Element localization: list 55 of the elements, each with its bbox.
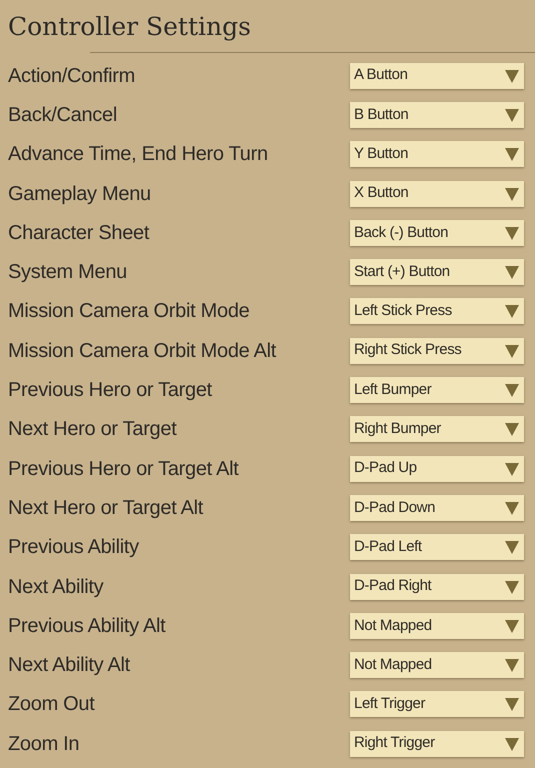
- binding-dropdown[interactable]: D-Pad Down: [350, 494, 524, 521]
- caret-icon: [505, 736, 519, 751]
- action-label: Zoom Out: [8, 692, 95, 718]
- caret-icon: [505, 108, 519, 122]
- caret-icon: [505, 68, 519, 83]
- action-label: Previous Ability Alt: [8, 614, 166, 639]
- binding-dropdown[interactable]: Start (+) Button: [350, 259, 524, 286]
- binding-dropdown[interactable]: A Button: [350, 62, 524, 89]
- binding-dropdown[interactable]: B Button: [350, 102, 524, 128]
- action-label: Back/Cancel: [8, 102, 117, 128]
- action-label: Character Sheet: [8, 220, 150, 246]
- caret-icon: [505, 697, 519, 712]
- action-label: System Menu: [8, 260, 127, 286]
- caret-icon: [505, 186, 519, 201]
- page-title: Controller Settings: [8, 11, 252, 43]
- caret-icon: [505, 618, 519, 633]
- binding-dropdown[interactable]: Not Mapped: [350, 612, 524, 639]
- caret-icon: [505, 265, 519, 280]
- action-label: Gameplay Menu: [8, 182, 151, 207]
- action-label: Previous Hero or Target: [8, 378, 212, 404]
- binding-dropdown[interactable]: D-Pad Left: [350, 534, 524, 560]
- action-label: Next Hero or Target: [8, 417, 176, 442]
- action-label: Previous Ability: [8, 535, 139, 560]
- caret-icon: [505, 226, 519, 240]
- binding-dropdown[interactable]: Left Bumper: [350, 377, 524, 404]
- binding-dropdown[interactable]: Not Mapped: [350, 652, 524, 678]
- caret-icon: [505, 500, 519, 515]
- binding-dropdown[interactable]: Right Bumper: [350, 416, 524, 442]
- caret-icon: [505, 147, 519, 162]
- action-label: Action/Confirm: [8, 64, 135, 89]
- binding-dropdown[interactable]: Back (-) Button: [350, 220, 524, 246]
- action-label: Zoom In: [8, 732, 80, 757]
- binding-dropdown[interactable]: Y Button: [350, 141, 524, 168]
- action-label: Mission Camera Orbit Mode Alt: [8, 338, 276, 364]
- caret-icon: [505, 580, 519, 594]
- action-label: Mission Camera Orbit Mode: [8, 299, 250, 324]
- binding-dropdown[interactable]: Right Trigger: [350, 730, 524, 757]
- action-label: Next Hero or Target Alt: [8, 496, 204, 521]
- caret-icon: [505, 658, 519, 672]
- action-label: Next Ability Alt: [8, 653, 130, 678]
- action-label: Advance Time, End Hero Turn: [8, 142, 268, 168]
- binding-dropdown[interactable]: Left Stick Press: [350, 298, 524, 324]
- binding-dropdown[interactable]: D-Pad Up: [350, 456, 524, 482]
- action-label: Next Ability: [8, 574, 104, 600]
- caret-icon: [505, 462, 519, 476]
- binding-dropdown[interactable]: D-Pad Right: [350, 574, 524, 600]
- caret-icon: [505, 304, 519, 318]
- caret-icon: [505, 422, 519, 436]
- caret-icon: [505, 344, 519, 358]
- caret-icon: [505, 540, 519, 554]
- caret-icon: [505, 383, 519, 398]
- binding-dropdown[interactable]: Left Trigger: [350, 691, 524, 718]
- binding-dropdown[interactable]: Right Stick Press: [350, 338, 524, 364]
- action-label: Previous Hero or Target Alt: [8, 456, 239, 482]
- binding-dropdown[interactable]: X Button: [350, 180, 524, 207]
